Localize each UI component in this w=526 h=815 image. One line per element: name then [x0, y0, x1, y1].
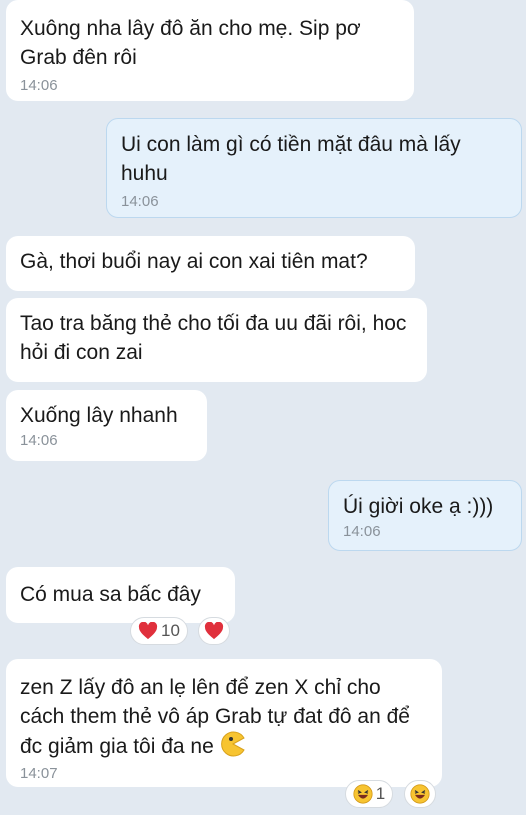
message-text: Có mua sa bấc đây [20, 583, 201, 606]
add-reaction-button[interactable] [404, 780, 436, 808]
message-bubble[interactable]: Xuông nha lây đô ăn cho mẹ. Sip pơ Grab … [6, 0, 414, 101]
reaction-summary[interactable]: 1 [345, 780, 393, 808]
message-time: 14:06 [20, 432, 58, 449]
message-text: Tao tra băng thẻ cho tối đa uu đãi rôi, … [20, 312, 407, 364]
message-bubble[interactable]: Xuống lây nhanh 14:06 [6, 390, 207, 461]
message-time: 14:06 [20, 77, 58, 94]
message-time: 14:06 [343, 523, 381, 540]
reaction-count: 1 [375, 784, 386, 803]
message-text: Xuống lây nhanh [20, 404, 178, 427]
message-text: Ui con làm gì có tiền mặt đâu mà lấy huh… [121, 133, 461, 185]
reaction-summary[interactable]: 10 [130, 617, 188, 645]
message-bubble[interactable]: zen Z lấy đô an lẹ lên để zen X chỉ cho … [6, 659, 442, 787]
message-bubble-outgoing[interactable]: Úi giời oke ạ :))) 14:06 [328, 480, 522, 551]
message-text: zen Z lấy đô an lẹ lên để zen X chỉ cho … [20, 676, 410, 758]
message-bubble[interactable]: Gà, thơi buổi nay ai con xai tiên mat? [6, 236, 415, 291]
message-text: Gà, thơi buổi nay ai con xai tiên mat? [20, 250, 368, 273]
heart-icon [138, 622, 158, 640]
message-text: Úi giời oke ạ :))) [343, 495, 494, 518]
message-bubble[interactable]: Có mua sa bấc đây [6, 567, 235, 623]
heart-icon [204, 622, 224, 640]
add-reaction-button[interactable] [198, 617, 230, 645]
reaction-count: 10 [161, 621, 180, 640]
pacman-icon [220, 731, 245, 757]
message-bubble-outgoing[interactable]: Ui con làm gì có tiền mặt đâu mà lấy huh… [106, 118, 522, 218]
message-text: Xuông nha lây đô ăn cho mẹ. Sip pơ Grab … [20, 17, 361, 69]
message-time: 14:06 [121, 193, 159, 210]
laughing-face-icon [353, 784, 373, 804]
laughing-face-icon [410, 784, 430, 804]
message-bubble[interactable]: Tao tra băng thẻ cho tối đa uu đãi rôi, … [6, 298, 427, 382]
